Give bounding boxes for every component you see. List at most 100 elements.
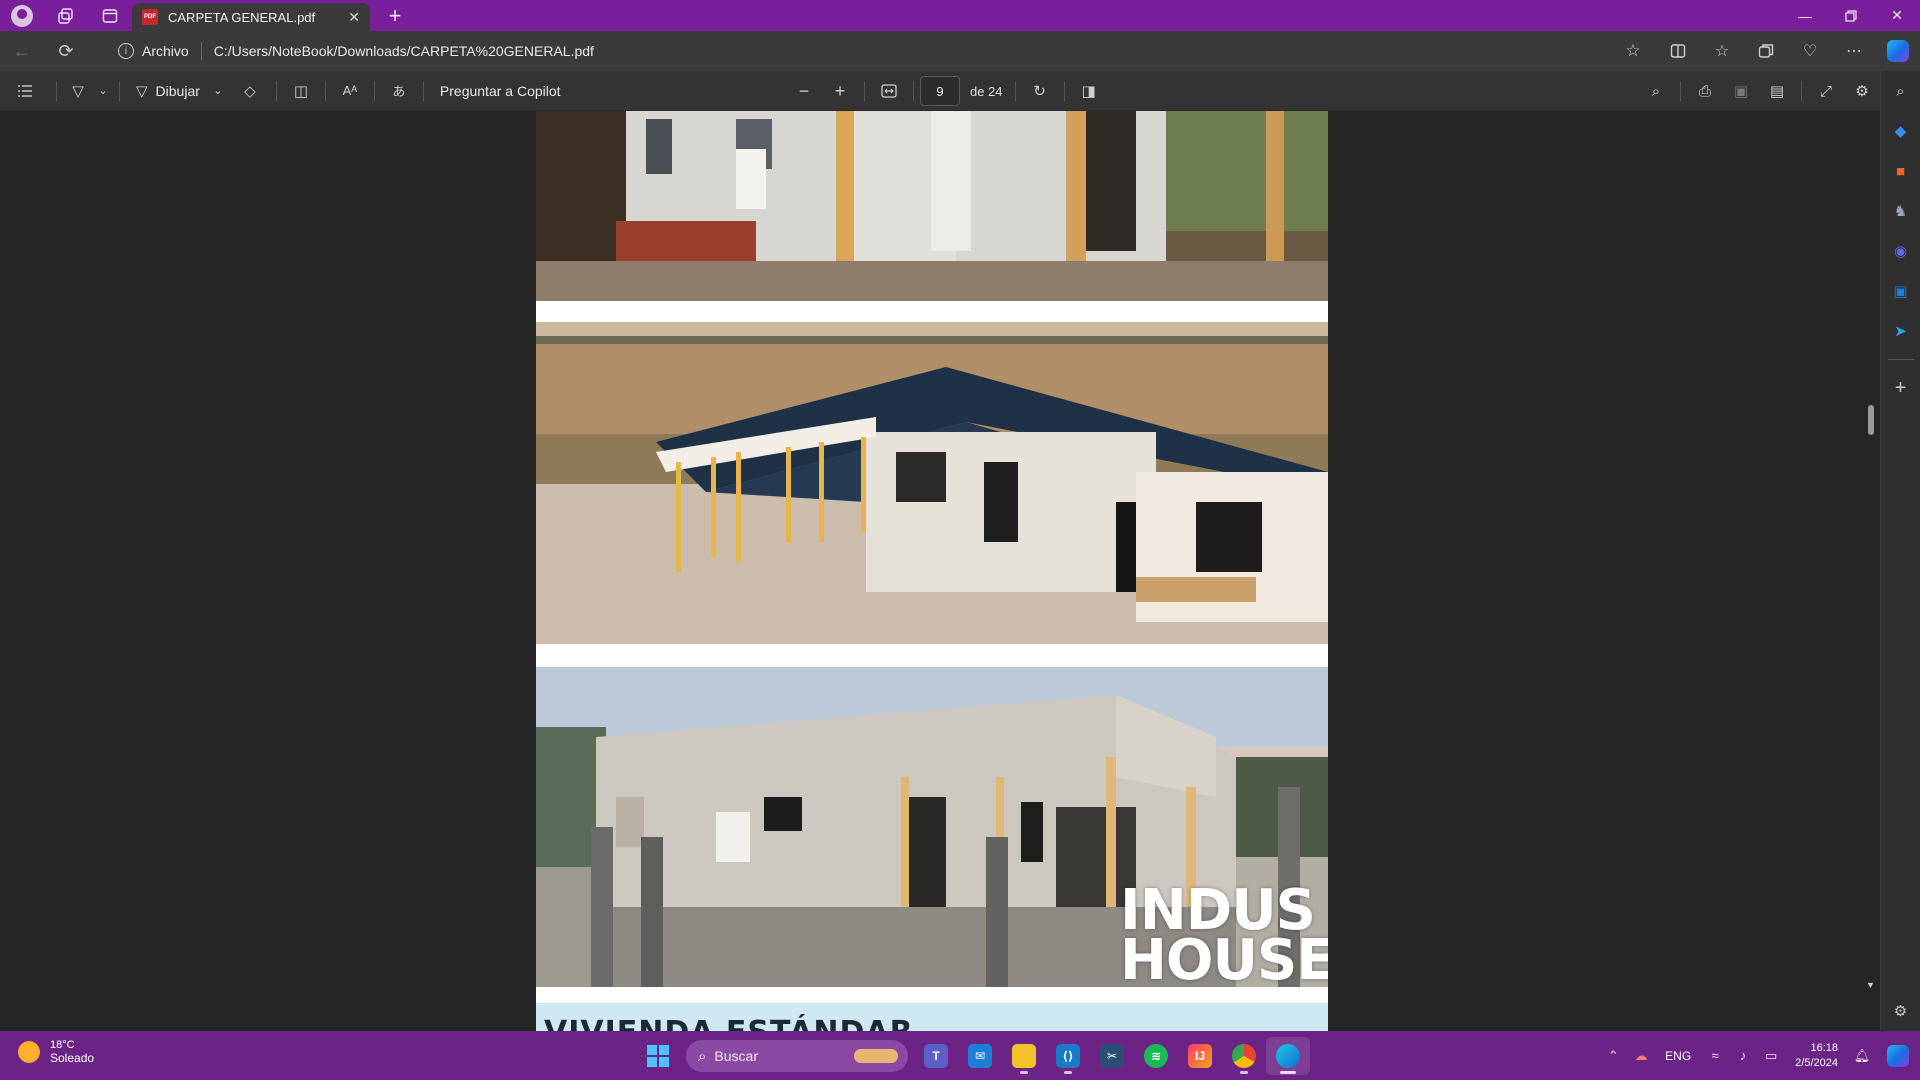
taskbar-app-teams[interactable]: T bbox=[914, 1037, 958, 1075]
taskbar-search[interactable]: ⌕ Buscar bbox=[686, 1040, 908, 1072]
save-as-icon[interactable]: ▤ bbox=[1759, 71, 1795, 111]
tab-title: CARPETA GENERAL.pdf bbox=[168, 9, 316, 25]
page-number-input[interactable] bbox=[920, 76, 960, 106]
taskbar-app-chrome[interactable] bbox=[1222, 1037, 1266, 1075]
photo-house-dark-roof bbox=[536, 322, 1328, 644]
chevron-down-icon[interactable]: ⌄ bbox=[93, 71, 113, 111]
settings-icon[interactable]: ⚙ bbox=[1844, 71, 1880, 111]
search-icon[interactable]: ⌕ bbox=[1638, 71, 1674, 111]
new-tab-button[interactable]: + bbox=[380, 3, 410, 29]
input-language[interactable]: ENG bbox=[1665, 1049, 1691, 1063]
folder-icon bbox=[1012, 1044, 1036, 1068]
workspaces-button[interactable] bbox=[44, 0, 88, 31]
favorite-star-icon[interactable]: ☆ bbox=[1618, 36, 1648, 66]
copilot-icon bbox=[1887, 40, 1909, 62]
games-icon[interactable]: ♞ bbox=[1881, 191, 1920, 231]
profile-button[interactable] bbox=[0, 0, 44, 31]
vertical-scrollbar[interactable]: ▲ ▼ bbox=[1862, 111, 1880, 1026]
taskbar-app-spotify[interactable]: ≋ bbox=[1134, 1037, 1178, 1075]
taskbar-app-mail[interactable]: ✉ bbox=[958, 1037, 1002, 1075]
sun-icon bbox=[18, 1041, 40, 1063]
show-hidden-icons-chevron-icon[interactable]: ⌃ bbox=[1599, 1031, 1627, 1080]
scrollbar-thumb[interactable] bbox=[1868, 405, 1874, 435]
fullscreen-icon[interactable]: ⤢ bbox=[1808, 71, 1844, 111]
taskbar-app-explorer[interactable] bbox=[1002, 1037, 1046, 1075]
next-section-heading: VIVIENDA ESTÁNDAR bbox=[544, 1015, 914, 1031]
sidebar-search-icon[interactable]: ⌕ bbox=[1881, 71, 1920, 111]
chevron-down-icon[interactable]: ⌄ bbox=[206, 71, 230, 111]
print-icon[interactable]: ⎙ bbox=[1687, 71, 1723, 111]
copilot-taskbar-button[interactable] bbox=[1876, 1031, 1920, 1080]
shopping-tag-icon[interactable]: ◆ bbox=[1881, 111, 1920, 151]
back-button[interactable]: ← bbox=[0, 31, 44, 71]
taskbar-app-edge[interactable] bbox=[1266, 1037, 1310, 1075]
divider bbox=[864, 81, 865, 101]
fit-width-icon[interactable] bbox=[871, 71, 907, 111]
pdf-page: INDUS HOUSE VIVIENDA ESTÁNDAR bbox=[536, 111, 1328, 1031]
taskbar-app-intellij[interactable]: IJ bbox=[1178, 1037, 1222, 1075]
collections-icon[interactable] bbox=[1744, 31, 1788, 71]
clock-time: 16:18 bbox=[1810, 1041, 1838, 1054]
battery-icon[interactable]: ▭ bbox=[1757, 1031, 1785, 1080]
page-view-icon[interactable]: ◫ bbox=[283, 71, 319, 111]
url-text[interactable]: C:/Users/NoteBook/Downloads/CARPETA%20GE… bbox=[214, 43, 594, 59]
read-aloud-icon[interactable]: Aᴬ bbox=[332, 71, 368, 111]
split-screen-icon[interactable] bbox=[1656, 31, 1700, 71]
sidebar-settings-icon[interactable]: ⚙ bbox=[1881, 991, 1920, 1031]
divider bbox=[422, 80, 424, 101]
weather-description: Soleado bbox=[50, 1051, 95, 1065]
page-total-label: de 24 bbox=[970, 83, 1003, 99]
clock[interactable]: 16:18 2/5/2024 bbox=[1795, 1041, 1838, 1071]
photo-house-construction-front bbox=[536, 111, 1328, 301]
taskbar-app-snipping[interactable]: ✂ bbox=[1090, 1037, 1134, 1075]
eraser-icon[interactable]: ◇ bbox=[230, 71, 270, 111]
divider bbox=[1680, 81, 1681, 101]
ask-copilot-button[interactable]: Preguntar a Copilot bbox=[430, 71, 571, 111]
zoom-out-button[interactable]: − bbox=[786, 71, 822, 111]
copilot-sidebar-icon[interactable]: ◉ bbox=[1881, 231, 1920, 271]
wifi-icon[interactable]: ≈ bbox=[1701, 1031, 1729, 1080]
pdf-viewport[interactable]: INDUS HOUSE VIVIENDA ESTÁNDAR ▲ ▼ bbox=[0, 111, 1880, 1031]
notifications-bell-icon[interactable]: 🔔︎ bbox=[1848, 1031, 1876, 1080]
restore-button[interactable] bbox=[1828, 0, 1874, 31]
teams-icon: T bbox=[924, 1044, 948, 1068]
weather-widget[interactable]: 18°C Soleado bbox=[18, 1039, 94, 1065]
taskbar-app-vscode[interactable]: ⟨⟩ bbox=[1046, 1037, 1090, 1075]
outlook-icon[interactable]: ▣ bbox=[1881, 271, 1920, 311]
refresh-button[interactable]: ⟳ bbox=[44, 31, 88, 71]
page-layout-icon[interactable]: ◨ bbox=[1071, 71, 1107, 111]
snipping-tool-icon: ✂ bbox=[1100, 1044, 1124, 1068]
contents-icon[interactable] bbox=[0, 71, 50, 111]
scroll-down-arrow-icon[interactable]: ▼ bbox=[1866, 980, 1875, 990]
more-options-icon[interactable]: ⋯ bbox=[1832, 31, 1876, 71]
volume-icon[interactable]: ♪ bbox=[1729, 1031, 1757, 1080]
browser-tab-active[interactable]: PDF CARPETA GENERAL.pdf ✕ bbox=[132, 3, 370, 31]
draw-button[interactable]: ▽ Dibujar bbox=[126, 71, 206, 111]
add-sidebar-app-icon[interactable]: + bbox=[1881, 368, 1920, 408]
browser-essentials-icon[interactable]: ♡ bbox=[1788, 31, 1832, 71]
pdf-toolbar: ▽ ⌄ ▽ Dibujar ⌄ ◇ ◫ Aᴬ あ Preguntar a Cop… bbox=[0, 71, 1880, 111]
rotate-icon[interactable]: ↻ bbox=[1022, 71, 1058, 111]
tab-actions-button[interactable] bbox=[88, 0, 132, 31]
save-icon[interactable]: ▣ bbox=[1723, 71, 1759, 111]
divider bbox=[56, 80, 57, 101]
highlight-icon[interactable]: ▽ bbox=[63, 71, 93, 111]
favorites-icon[interactable]: ☆ bbox=[1700, 31, 1744, 71]
draw-label: Dibujar bbox=[155, 82, 200, 99]
start-button[interactable] bbox=[636, 1037, 680, 1075]
title-bar: PDF CARPETA GENERAL.pdf ✕ + — ✕ bbox=[0, 0, 1920, 31]
info-icon[interactable]: i bbox=[118, 43, 134, 59]
zoom-in-button[interactable]: + bbox=[822, 71, 858, 111]
close-window-button[interactable]: ✕ bbox=[1874, 0, 1920, 31]
tools-briefcase-icon[interactable]: ■ bbox=[1881, 151, 1920, 191]
site-label: Archivo bbox=[142, 43, 189, 59]
drop-send-icon[interactable]: ➤ bbox=[1881, 311, 1920, 351]
close-tab-icon[interactable]: ✕ bbox=[348, 9, 360, 26]
onedrive-icon[interactable]: ☁ bbox=[1627, 1031, 1655, 1080]
draw-pen-icon: ▽ bbox=[136, 82, 148, 100]
minimize-button[interactable]: — bbox=[1782, 0, 1828, 31]
translate-icon[interactable]: あ bbox=[381, 71, 417, 111]
edge-icon bbox=[1276, 1044, 1300, 1068]
copilot-button[interactable] bbox=[1876, 31, 1920, 71]
address-bar[interactable]: i Archivo C:/Users/NoteBook/Downloads/CA… bbox=[108, 36, 1648, 66]
